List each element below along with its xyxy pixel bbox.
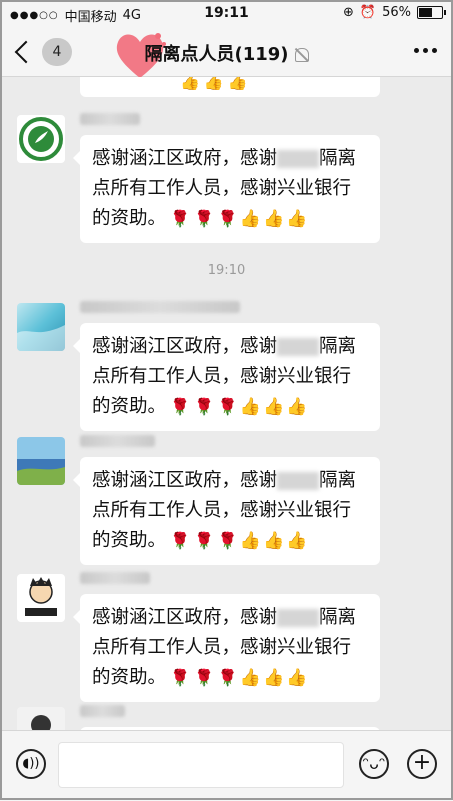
- thumbs-up-icon: 👍: [262, 668, 285, 688]
- status-right: ⊕ ⏰ 56%: [343, 5, 446, 20]
- message-text-1: 感谢涵江区政府，感谢: [92, 336, 278, 357]
- thumbs-up-icon: 👍: [286, 668, 308, 688]
- ocean-photo-icon: [17, 303, 65, 351]
- thumbs-up-icon: 👍: [239, 397, 261, 417]
- chat-title: 隔离点人员(119): [0, 40, 453, 66]
- avatar[interactable]: [17, 574, 65, 622]
- emoji-button[interactable]: ᵔᴗᵔ: [359, 749, 389, 779]
- smiley-icon: ᵔᴗᵔ: [362, 754, 386, 773]
- rose-icon: 🌹: [170, 668, 190, 687]
- message-bubble-partial[interactable]: 👍👍👍: [80, 77, 380, 97]
- message-text-1: 感谢涵江区政府，感谢: [92, 607, 278, 628]
- sender-name-blurred: [80, 301, 240, 313]
- battery-fill: [419, 8, 433, 17]
- dot: [423, 48, 428, 53]
- thumbs-up-icon: 👍: [262, 209, 285, 229]
- time-separator: 19:10: [207, 263, 246, 278]
- alarm-icon: ⏰: [359, 5, 377, 20]
- message-bubble[interactable]: 感谢涵江区政府，感谢 隔离点所有工作人员，感谢兴业银行的资助。 🌹 🌹 🌹 👍 👍 👍: [73, 457, 380, 565]
- thumbs-up-icon: 👍: [286, 397, 308, 417]
- sender-name-blurred: [80, 705, 125, 717]
- message-text-1: 感谢涵江区政府，感谢: [92, 148, 278, 169]
- landscape-photo-icon: [17, 437, 65, 485]
- rose-icon: 🌹: [170, 397, 190, 416]
- sender-name-blurred: [80, 435, 155, 447]
- thumbs-up-icon: 👍: [239, 209, 261, 229]
- avatar[interactable]: [17, 115, 65, 163]
- rose-icon: 🌹: [193, 209, 214, 228]
- thumbs-up-icon: 👍: [286, 209, 308, 229]
- dot: [432, 48, 437, 53]
- message-bubble[interactable]: 感谢涵江区政府，感谢 隔离点所有工作人员，感谢兴业银行的资助。 🌹 🌹 🌹 👍 👍 👍: [73, 594, 380, 702]
- message-bubble[interactable]: 感谢涵江区政府，感谢 隔离点所有工作人员，感谢兴业银行的资助。 🌹 🌹 🌹 👍 👍 👍: [73, 323, 380, 431]
- thumbs-up-icon: 👍: [239, 668, 261, 688]
- message-input[interactable]: [58, 742, 344, 788]
- redacted-text: [277, 609, 320, 627]
- rose-icon: 🌹: [217, 209, 238, 228]
- redacted-text: [277, 338, 320, 356]
- more-actions-button[interactable]: +: [407, 749, 437, 779]
- avatar[interactable]: [17, 437, 65, 485]
- rose-icon: 🌹: [217, 531, 238, 550]
- battery-percent: 56%: [382, 5, 411, 20]
- thumbs-up-icon: 👍: [286, 531, 308, 551]
- message-bubble[interactable]: 感谢涵江区政府，感谢 隔离点所有工作人员，感谢兴业银行的资助。 🌹 🌹 🌹 👍 👍 👍: [73, 135, 380, 243]
- plus-icon: +: [412, 750, 432, 775]
- redacted-text: [277, 150, 320, 168]
- cartoon-avatar-icon: [17, 574, 65, 622]
- voice-icon: ◖)): [22, 756, 40, 771]
- avatar[interactable]: [17, 303, 65, 351]
- sender-name-blurred: [80, 572, 150, 584]
- thumbs-up-icons: 👍👍👍: [180, 77, 252, 91]
- input-bar: ◖)) ᵔᴗᵔ +: [0, 730, 453, 801]
- thumbs-up-icon: 👍: [262, 397, 285, 417]
- thumbs-up-icon: 👍: [239, 531, 261, 551]
- chat-messages[interactable]: 👍👍👍 感谢涵江区政府，感谢 隔离点所有工作人员，感谢兴业银行的资助。 🌹 🌹 🌹 👍 👍 👍…: [0, 77, 453, 730]
- rose-icon: 🌹: [193, 668, 214, 687]
- dot: [414, 48, 419, 53]
- rotation-lock-icon: ⊕: [343, 5, 354, 20]
- group-name: 隔离点人员(119): [144, 44, 289, 65]
- rose-icon: 🌹: [217, 668, 238, 687]
- rose-icon: 🌹: [217, 397, 238, 416]
- status-bar: ●●●○○ 中国移动 4G 19:11 ⊕ ⏰ 56%: [0, 0, 453, 28]
- chat-header: 4 隔离点人员(119): [0, 28, 453, 78]
- green-emblem-icon: [17, 115, 65, 163]
- rose-icon: 🌹: [170, 531, 190, 550]
- message-text-1: 感谢涵江区政府，感谢: [92, 470, 278, 491]
- thumbs-up-icon: 👍: [262, 531, 285, 551]
- more-options-button[interactable]: [414, 48, 437, 53]
- person-photo-icon: [17, 707, 65, 730]
- battery-icon: [417, 6, 446, 19]
- rose-icon: 🌹: [193, 531, 214, 550]
- mute-bell-icon: [294, 48, 309, 62]
- voice-input-button[interactable]: ◖)): [16, 749, 46, 779]
- sender-name-blurred: [80, 113, 140, 125]
- avatar[interactable]: [17, 707, 65, 730]
- redacted-text: [277, 472, 320, 490]
- rose-icon: 🌹: [170, 209, 190, 228]
- rose-icon: 🌹: [193, 397, 214, 416]
